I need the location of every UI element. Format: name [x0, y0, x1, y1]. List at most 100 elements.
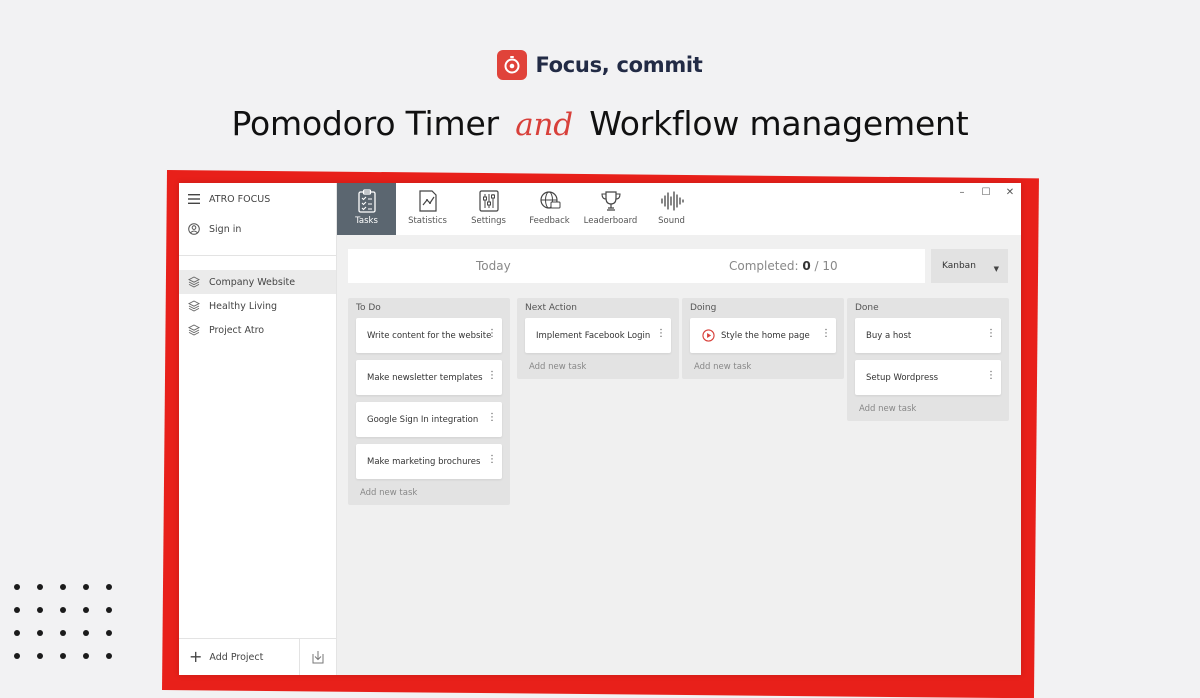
kanban-column-todo: To Do Write content for the website ⋮ Ma…: [348, 298, 510, 505]
headline-and: and: [515, 107, 573, 143]
tab-label: Sound: [658, 216, 685, 226]
tab-settings[interactable]: Settings: [459, 183, 518, 235]
task-card[interactable]: Setup Wordpress ⋮: [855, 360, 1001, 395]
tab-label: Tasks: [355, 216, 378, 226]
kanban-column-doing: Doing Style the home page ⋮ Add new task: [682, 298, 844, 379]
column-title: Doing: [690, 303, 717, 313]
sign-in-label: Sign in: [209, 223, 242, 235]
view-mode-value: Kanban: [942, 261, 976, 271]
dot-grid-decoration: [14, 584, 112, 659]
task-card[interactable]: Implement Facebook Login ⋮: [525, 318, 671, 353]
task-card[interactable]: Buy a host ⋮: [855, 318, 1001, 353]
tab-label: Settings: [471, 216, 506, 226]
task-title: Write content for the website: [367, 330, 492, 341]
project-item-project-atro[interactable]: Project Atro: [179, 318, 336, 342]
completed-counter: Completed: 0 / 10: [729, 259, 838, 273]
column-title: Done: [855, 303, 879, 313]
project-label: Project Atro: [209, 324, 265, 336]
add-task-button[interactable]: Add new task: [682, 360, 844, 379]
sound-wave-icon: [660, 191, 684, 211]
app-title: ATRO FOCUS: [209, 193, 271, 205]
sign-in-button[interactable]: Sign in: [179, 217, 336, 241]
sidebar-footer: + Add Project: [179, 638, 336, 675]
sidebar: ATRO FOCUS Sign in Company Website Healt…: [179, 183, 337, 675]
summary-bar: Today Completed: 0 / 10: [348, 249, 925, 283]
brand: Focus, commit: [0, 50, 1200, 80]
sidebar-divider: [179, 255, 336, 256]
tab-label: Feedback: [529, 216, 570, 226]
task-title: Make marketing brochures: [367, 456, 481, 467]
close-button[interactable]: ✕: [1002, 187, 1018, 198]
trophy-icon: [600, 191, 621, 211]
tab-feedback[interactable]: Feedback: [520, 183, 579, 235]
headline-part2: Workflow management: [589, 104, 969, 143]
headline-part1: Pomodoro Timer: [231, 104, 499, 143]
project-item-company-website[interactable]: Company Website: [179, 270, 336, 294]
add-project-label: Add Project: [209, 651, 264, 663]
tab-statistics[interactable]: Statistics: [398, 183, 457, 235]
layers-icon: [188, 300, 200, 312]
add-project-button[interactable]: + Add Project: [179, 639, 299, 675]
globe-chat-icon: [539, 191, 560, 209]
sidebar-header: ATRO FOCUS: [179, 187, 336, 211]
task-title: Setup Wordpress: [866, 372, 939, 383]
task-title: Make newsletter templates: [367, 372, 483, 383]
tab-label: Statistics: [408, 216, 447, 226]
project-label: Healthy Living: [209, 300, 278, 312]
task-title: Implement Facebook Login: [536, 330, 651, 341]
tab-tasks[interactable]: Tasks: [337, 183, 396, 235]
user-circle-icon: [188, 223, 200, 235]
sliders-icon: [478, 190, 499, 212]
chevron-down-icon: ▼: [993, 265, 999, 273]
chart-document-icon: [418, 190, 437, 212]
top-toolbar: Tasks Statistics Settings Feedback Leade…: [337, 183, 1021, 235]
task-card[interactable]: Google Sign In integration ⋮: [356, 402, 502, 437]
more-vertical-icon[interactable]: ⋮: [821, 329, 831, 339]
add-task-button[interactable]: Add new task: [847, 402, 1009, 421]
minimize-button[interactable]: –: [954, 187, 970, 198]
more-vertical-icon[interactable]: ⋮: [487, 455, 497, 465]
kanban-column-done: Done Buy a host ⋮ Setup Wordpress ⋮ Add …: [847, 298, 1009, 421]
project-label: Company Website: [209, 276, 296, 288]
column-title: To Do: [356, 303, 381, 313]
hamburger-icon[interactable]: [188, 193, 200, 205]
tab-sound[interactable]: Sound: [642, 183, 701, 235]
brand-name: Focus, commit: [535, 53, 703, 77]
headline: Pomodoro Timer and Workflow management: [0, 104, 1200, 143]
more-vertical-icon[interactable]: ⋮: [487, 329, 497, 339]
more-vertical-icon[interactable]: ⋮: [487, 413, 497, 423]
day-label: Today: [476, 259, 511, 273]
tab-label: Leaderboard: [583, 216, 638, 226]
download-icon[interactable]: [299, 639, 336, 675]
completed-label: Completed:: [729, 259, 799, 273]
clipboard-checklist-icon: [357, 189, 376, 213]
play-timer-icon[interactable]: [702, 329, 715, 342]
task-title: Google Sign In integration: [367, 414, 479, 425]
kanban-column-next-action: Next Action Implement Facebook Login ⋮ A…: [517, 298, 679, 379]
task-card[interactable]: Make marketing brochures ⋮: [356, 444, 502, 479]
more-vertical-icon[interactable]: ⋮: [487, 371, 497, 381]
task-card[interactable]: Make newsletter templates ⋮: [356, 360, 502, 395]
task-card[interactable]: Write content for the website ⋮: [356, 318, 502, 353]
add-task-button[interactable]: Add new task: [517, 360, 679, 379]
plus-icon: +: [189, 647, 203, 666]
task-card[interactable]: Style the home page ⋮: [690, 318, 836, 353]
stopwatch-logo-icon: [497, 50, 528, 80]
app-window: ATRO FOCUS Sign in Company Website Healt…: [179, 183, 1021, 675]
layers-icon: [188, 276, 200, 288]
view-mode-select[interactable]: Kanban ▼: [931, 249, 1008, 283]
layers-icon: [188, 324, 200, 336]
project-item-healthy-living[interactable]: Healthy Living: [179, 294, 336, 318]
more-vertical-icon[interactable]: ⋮: [986, 371, 996, 381]
task-title: Buy a host: [866, 330, 912, 341]
completed-count: 0: [802, 259, 811, 273]
more-vertical-icon[interactable]: ⋮: [656, 329, 666, 339]
add-task-button[interactable]: Add new task: [348, 486, 510, 505]
column-title: Next Action: [525, 303, 578, 313]
main-content: Today Completed: 0 / 10 Kanban ▼ To Do W…: [337, 235, 1021, 675]
tab-leaderboard[interactable]: Leaderboard: [581, 183, 640, 235]
more-vertical-icon[interactable]: ⋮: [986, 329, 996, 339]
task-title: Style the home page: [721, 330, 810, 341]
completed-total: / 10: [814, 259, 838, 273]
maximize-button[interactable]: ☐: [978, 187, 994, 198]
